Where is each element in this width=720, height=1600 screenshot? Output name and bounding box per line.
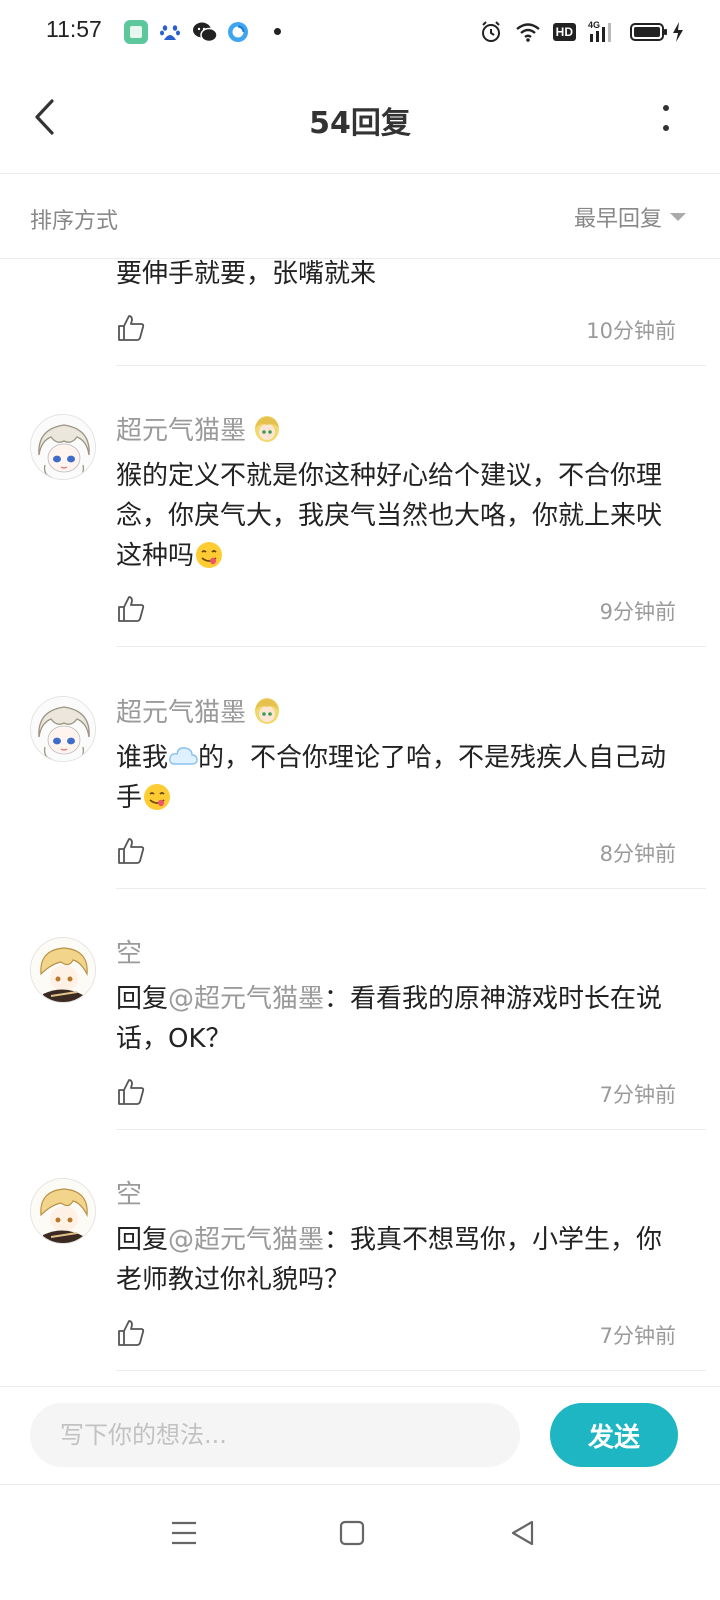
reply-input[interactable] <box>30 1403 520 1467</box>
system-nav-bar <box>0 1484 720 1600</box>
like-button[interactable] <box>116 313 146 343</box>
avatar[interactable] <box>30 414 96 480</box>
yum-emoji-icon <box>196 542 223 568</box>
comment-time: 8分钟前 <box>599 842 676 866</box>
comment-username[interactable]: 空 <box>116 933 142 970</box>
username-text: 超元气猫墨 <box>116 698 247 728</box>
comment-item: 空 回复@超元气猫墨：看看我的原神游戏时长在说话，OK？ 7分钟前 <box>0 889 720 1131</box>
alarm-icon <box>479 20 503 44</box>
comment-item: 要伸手就要，张嘴就来 10分钟前 <box>0 259 720 367</box>
more-options-button[interactable] <box>658 100 674 136</box>
header: 54回复 <box>0 64 720 174</box>
comment-text-after: 的，不合你理论了哈，不是残疾人自己动手 <box>116 743 667 813</box>
reply-prefix: 回复 <box>116 984 169 1014</box>
thumbs-up-icon <box>118 315 145 341</box>
hd-icon: HD <box>552 23 576 41</box>
send-button[interactable]: 发送 <box>550 1403 678 1467</box>
comment-item: 超元气猫墨 猴的定义不就是你这种好心给个建议，不合你理念，你戾气大，我戾气当然也… <box>0 366 720 648</box>
sort-label: 排序方式 <box>30 209 119 234</box>
comment-time: 10分钟前 <box>586 319 676 343</box>
back-nav-button[interactable] <box>498 1509 546 1557</box>
thumbs-up-icon <box>118 1320 145 1346</box>
mention-link[interactable]: @超元气猫墨 <box>168 1225 324 1255</box>
avatar[interactable] <box>30 937 96 1003</box>
reply-prefix: 回复 <box>116 1225 169 1255</box>
thumbs-up-icon <box>118 838 145 864</box>
comment-time: 9分钟前 <box>599 600 676 624</box>
comment-item: 超元气猫墨 谁我 的，不合你理论了哈，不是残疾人自己动手 8分钟前 <box>0 648 720 890</box>
sort-bar: 排序方式 最早回复 <box>0 175 720 259</box>
charging-icon <box>672 21 684 43</box>
comment-divider <box>116 646 706 647</box>
hd-label: HD <box>552 23 576 41</box>
avatar[interactable] <box>30 1178 96 1244</box>
comment-divider <box>116 1370 706 1371</box>
mention-link[interactable]: @超元气猫墨 <box>168 984 324 1014</box>
comment-item: 空 回复@超元气猫墨：我真不想骂你，小学生，你老师教过你礼貌吗？ 7分钟前 <box>0 1130 720 1372</box>
sort-order-dropdown[interactable]: 最早回复 <box>574 201 686 233</box>
caret-down-icon <box>670 213 686 221</box>
comment-list[interactable]: 要伸手就要，张嘴就来 10分钟前 超元气猫墨 猴的定义不就是你这种好心给个建议，… <box>0 259 720 1387</box>
more-notifications-dot <box>274 28 281 35</box>
home-nav-button[interactable] <box>328 1509 376 1557</box>
sort-selected-value: 最早回复 <box>573 207 662 232</box>
like-button[interactable] <box>116 836 146 866</box>
menu-icon <box>172 1521 196 1545</box>
system-icons: HD 4G <box>479 18 684 46</box>
comment-username[interactable]: 超元气猫墨 <box>116 692 282 729</box>
cloud-emoji-icon <box>169 747 198 765</box>
thumbs-up-icon <box>118 1079 145 1105</box>
username-text: 超元气猫墨 <box>116 416 247 446</box>
anime-face-badge-icon <box>255 415 280 442</box>
comment-username[interactable]: 空 <box>116 1174 142 1211</box>
like-button[interactable] <box>116 594 146 624</box>
username-text: 空 <box>116 939 143 969</box>
comment-text: 谁我 的，不合你理论了哈，不是残疾人自己动手 <box>116 738 676 818</box>
status-time: 11:57 <box>46 16 102 42</box>
signal-4g-icon: 4G <box>588 20 618 44</box>
wechat-icon <box>192 20 218 44</box>
like-button[interactable] <box>116 1077 146 1107</box>
wifi-icon <box>515 21 541 43</box>
yum-emoji-icon <box>144 784 171 810</box>
reply-input-bar: 发送 <box>0 1386 720 1484</box>
like-button[interactable] <box>116 1318 146 1348</box>
anime-face-badge-icon <box>255 697 280 724</box>
comment-text: 要伸手就要，张嘴就来 <box>116 259 377 289</box>
reader-app-icon <box>124 20 148 44</box>
baidu-icon <box>158 20 182 44</box>
username-text: 空 <box>116 1180 143 1210</box>
avatar[interactable] <box>30 696 96 762</box>
comment-time: 7分钟前 <box>599 1324 676 1348</box>
comment-text: 猴的定义不就是你这种好心给个建议，不合你理念，你戾气大，我戾气当然也大咯，你就上… <box>116 456 676 576</box>
comment-username[interactable]: 超元气猫墨 <box>116 410 282 447</box>
browser-icon <box>226 20 250 44</box>
battery-icon <box>630 22 668 42</box>
comment-text: 回复@超元气猫墨：看看我的原神游戏时长在说话，OK？ <box>116 979 676 1059</box>
thumbs-up-icon <box>118 596 145 622</box>
comment-time: 7分钟前 <box>599 1083 676 1107</box>
page-title: 54回复 <box>309 106 411 141</box>
more-dot <box>663 105 669 111</box>
square-home-icon <box>339 1520 365 1546</box>
more-dot <box>663 125 669 131</box>
triangle-back-icon <box>511 1520 534 1546</box>
comment-text-before: 谁我 <box>116 743 169 773</box>
menu-nav-button[interactable] <box>160 1509 208 1557</box>
status-bar: 11:57 HD 4G <box>0 0 720 64</box>
comment-text: 回复@超元气猫墨：我真不想骂你，小学生，你老师教过你礼貌吗？ <box>116 1220 676 1300</box>
